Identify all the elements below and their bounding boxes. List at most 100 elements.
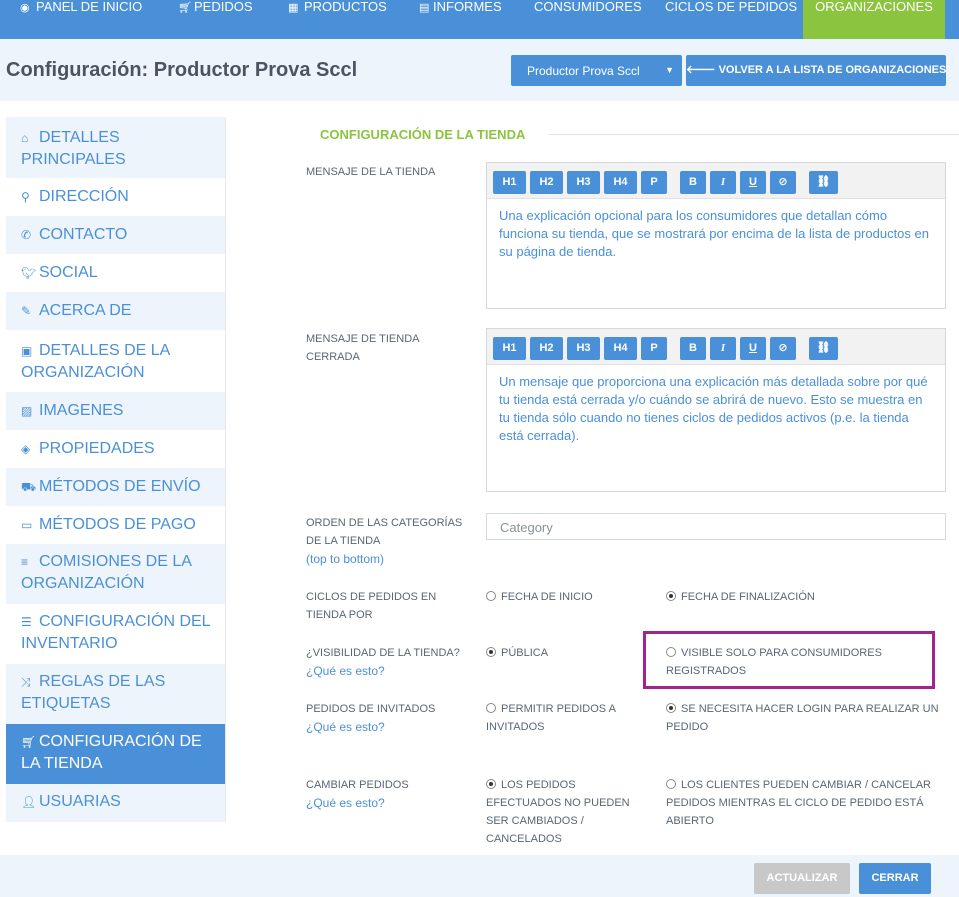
user-icon: 👤︎ [21, 795, 37, 809]
sidebar-item-main-details[interactable]: ⌂ DETALLES PRINCIPALES [6, 117, 225, 178]
nav-item-label: ORGANIZACIONES [815, 0, 933, 14]
link-button[interactable]: ⛓ [809, 337, 838, 360]
h3-button[interactable]: H3 [567, 171, 600, 194]
paragraph-button[interactable]: P [641, 337, 667, 360]
order-cycles-start-radio[interactable]: FECHA DE INICIO [486, 588, 593, 606]
sidebar-item-label: PROPIEDADES [39, 440, 155, 457]
change-orders-allowed-radio[interactable]: LOS CLIENTES PUEDEN CAMBIAR / CANCELAR P… [666, 776, 931, 830]
category-order-label-text: ORDEN DE LAS CATEGORÍAS DE LA TIENDA [306, 517, 463, 547]
category-order-input[interactable]: Category [486, 513, 946, 540]
sidebar-item-label: DIRECCIÓN [39, 188, 129, 205]
sidebar-item-about[interactable]: ✎ ACERCA DE [6, 292, 225, 330]
nav-item-reports[interactable]: ▤ INFORMES [419, 0, 502, 39]
close-button[interactable]: CERRAR [859, 863, 931, 894]
sidebar-item-contact[interactable]: ✆ CONTACTO [6, 216, 225, 254]
sidebar-item-shop-preferences[interactable]: 🛒︎ CONFIGURACIÓN DE LA TIENDA [6, 724, 225, 784]
sidebar-item-social[interactable]: 🐦︎ SOCIAL [6, 254, 225, 292]
caret-down-icon: ▼ [665, 65, 674, 75]
clear-format-button[interactable]: ⊘ [770, 171, 796, 194]
guest-orders-allow-radio[interactable]: PERMITIR PEDIDOS A INVITADOS [486, 700, 636, 736]
cart-icon: 🛒︎ [21, 735, 37, 749]
organization-select-value: Productor Prova Sccl [527, 64, 640, 78]
closed-message-label: MENSAJE DE TIENDA CERRADA [306, 333, 419, 363]
visibility-help-link[interactable]: ¿Qué es esto? [306, 664, 385, 678]
briefcase-icon: ▣ [21, 344, 33, 358]
nav-item-dashboard[interactable]: ◉ PANEL DE INICIO [20, 0, 142, 39]
sidebar-item-label: DETALLES DE LA ORGANIZACIÓN [21, 342, 170, 381]
organization-select[interactable]: Productor Prova Sccl ▼ [511, 55, 682, 86]
section-title: CONFIGURACIÓN DE LA TIENDA [320, 127, 526, 142]
sidebar-item-label: REGLAS DE LAS ETIQUETAS [21, 673, 166, 712]
change-orders-label: CAMBIAR PEDIDOS ¿Qué es esto? [306, 776, 466, 813]
bold-button[interactable]: B [680, 337, 706, 360]
dashboard-icon: ◉ [20, 2, 30, 14]
nav-item-organizations[interactable]: ORGANIZACIONES [803, 0, 945, 39]
map-marker-icon: ⚲ [21, 190, 30, 204]
closed-message-text: Un mensaje que proporciona una explicaci… [499, 374, 928, 443]
guest-orders-login-required-radio[interactable]: SE NECESITA HACER LOGIN PARA REALIZAR UN… [666, 700, 946, 736]
radio-circle [486, 779, 496, 789]
sidebar-item-organization-details[interactable]: ▣ DETALLES DE LA ORGANIZACIÓN [6, 330, 225, 392]
list-icon: ≡ [21, 555, 29, 569]
sidebar-item-shipping-methods[interactable]: ⛟ MÉTODOS DE ENVÍO [6, 468, 225, 506]
nav-item-consumers[interactable]: CONSUMIDORES [534, 0, 642, 39]
underline-button[interactable]: U [740, 337, 766, 360]
change-orders-locked-radio[interactable]: LOS PEDIDOS EFECTUADOS NO PUEDEN SER CAM… [486, 776, 651, 848]
sidebar-divider [225, 117, 226, 822]
italic-button[interactable]: I [710, 337, 736, 360]
paragraph-button[interactable]: P [641, 171, 667, 194]
underline-button[interactable]: U [740, 171, 766, 194]
radio-circle [666, 703, 676, 713]
sidebar-item-label: MÉTODOS DE ENVÍO [39, 478, 201, 495]
radio-label: FECHA DE FINALIZACIÓN [681, 591, 815, 603]
h2-button[interactable]: H2 [530, 337, 563, 360]
shop-message-label: MENSAJE DE LA TIENDA [306, 166, 436, 178]
h3-button[interactable]: H3 [567, 337, 600, 360]
editor-toolbar: H1 H2 H3 H4 P B I U ⊘ ⛓ [487, 163, 945, 199]
sidebar-item-address[interactable]: ⚲ DIRECCIÓN [6, 178, 225, 216]
cart-icon: 🛒︎ [178, 2, 192, 14]
nav-item-products[interactable]: ▦ PRODUCTOS [288, 0, 387, 39]
nav-item-label: INFORMES [433, 0, 502, 14]
sidebar-item-label: DETALLES PRINCIPALES [21, 129, 126, 168]
closed-message-editor[interactable]: H1 H2 H3 H4 P B I U ⊘ ⛓ Un mensaje que p… [486, 328, 946, 492]
bold-button[interactable]: B [680, 171, 706, 194]
nav-item-order-cycles[interactable]: CICLOS DE PEDIDOS [665, 0, 797, 39]
document-icon: ▤ [419, 2, 430, 14]
italic-button[interactable]: I [710, 171, 736, 194]
h1-button[interactable]: H1 [493, 337, 526, 360]
radio-circle [666, 591, 676, 601]
grid-icon: ▦ [288, 2, 299, 14]
top-navigation: ◉ PANEL DE INICIO 🛒︎ PEDIDOS ▦ PRODUCTOS ▤ I… [0, 0, 959, 39]
h2-button[interactable]: H2 [530, 171, 563, 194]
highlight-box [643, 631, 935, 689]
radio-circle [486, 591, 496, 601]
sidebar-item-inventory-settings[interactable]: ☰ CONFIGURACIÓN DEL INVENTARIO [6, 604, 225, 664]
sidebar-item-tag-rules[interactable]: ⤨ REGLAS DE LAS ETIQUETAS [6, 664, 225, 724]
radio-label: FECHA DE INICIO [501, 591, 593, 603]
category-order-help: (top to bottom) [306, 552, 385, 566]
nav-item-orders[interactable]: 🛒︎ PEDIDOS [178, 0, 253, 39]
sidebar-item-payment-methods[interactable]: ▭ MÉTODOS DE PAGO [6, 506, 225, 544]
sidebar-item-enterprise-fees[interactable]: ≡ COMISIONES DE LA ORGANIZACIÓN [6, 544, 225, 604]
shop-message-editor[interactable]: H1 H2 H3 H4 P B I U ⊘ ⛓ Una explicación … [486, 162, 946, 309]
link-button[interactable]: ⛓ [809, 171, 838, 194]
money-icon: ▭ [21, 518, 33, 532]
order-cycles-end-radio[interactable]: FECHA DE FINALIZACIÓN [666, 588, 815, 606]
update-button[interactable]: ACTUALIZAR [754, 863, 850, 894]
visibility-public-radio[interactable]: PÚBLICA [486, 644, 548, 662]
sidebar-item-users[interactable]: 👤︎ USUARIAS [6, 784, 225, 822]
clear-format-button[interactable]: ⊘ [770, 337, 796, 360]
sidebar-item-images[interactable]: ▨ IMAGENES [6, 392, 225, 430]
h4-button[interactable]: H4 [604, 337, 637, 360]
h4-button[interactable]: H4 [604, 171, 637, 194]
radio-label: SE NECESITA HACER LOGIN PARA REALIZAR UN… [666, 703, 939, 733]
back-to-organizations-button[interactable]: 🡐 VOLVER A LA LISTA DE ORGANIZACIONES [686, 55, 946, 86]
sidebar-item-properties[interactable]: ◈ PROPIEDADES [6, 430, 225, 468]
guest-orders-help-link[interactable]: ¿Qué es esto? [306, 720, 385, 734]
h1-button[interactable]: H1 [493, 171, 526, 194]
visibility-label-text: ¿VISIBILIDAD DE LA TIENDA? [306, 647, 460, 659]
change-orders-help-link[interactable]: ¿Qué es esto? [306, 796, 385, 810]
guest-orders-label-text: PEDIDOS DE INVITADOS [306, 703, 436, 715]
guest-orders-label: PEDIDOS DE INVITADOS ¿Qué es esto? [306, 700, 466, 737]
